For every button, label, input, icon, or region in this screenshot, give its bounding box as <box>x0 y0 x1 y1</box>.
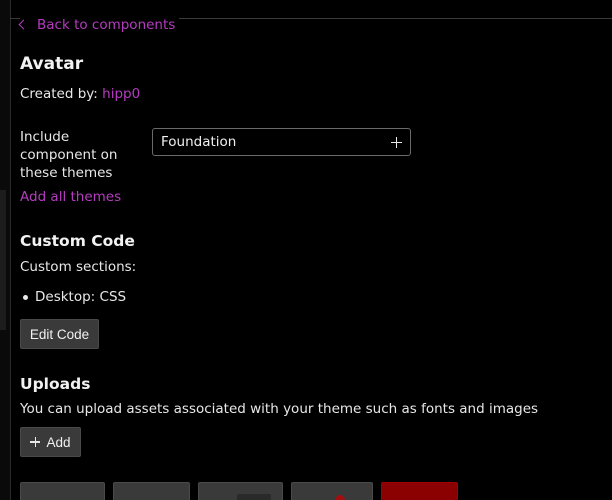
theme-selector[interactable]: Foundation <box>152 128 411 156</box>
edit-code-button[interactable]: Edit Code <box>20 319 99 349</box>
footer-icon-button[interactable] <box>237 494 271 500</box>
uploads-description: You can upload assets associated with yo… <box>20 401 539 417</box>
custom-sections-list: Desktop: CSS <box>20 289 126 305</box>
footer-red-icon <box>335 495 345 500</box>
footer-button-4[interactable] <box>291 482 373 500</box>
footer-delete-button[interactable] <box>381 482 458 500</box>
created-by-line: Created by: hipp0 <box>20 86 140 102</box>
selected-theme-value: Foundation <box>161 134 237 150</box>
add-upload-label: Add <box>46 434 71 450</box>
plus-icon[interactable] <box>391 136 402 148</box>
custom-sections-label: Custom sections: <box>20 259 137 275</box>
bullet-icon <box>23 294 28 300</box>
created-by-label: Created by: <box>20 86 98 102</box>
back-link-label: Back to components <box>37 17 176 33</box>
custom-section-label: Desktop: CSS <box>35 289 127 305</box>
left-sidebar-rail <box>0 0 11 500</box>
uploads-heading: Uploads <box>20 375 91 393</box>
plus-icon <box>30 437 41 447</box>
footer-button-2[interactable] <box>113 482 190 500</box>
add-all-themes-link[interactable]: Add all themes <box>20 189 121 205</box>
themes-label: Include component on these themes <box>20 129 118 181</box>
footer-button-1[interactable] <box>20 482 105 500</box>
chevron-left-icon <box>18 19 29 30</box>
sidebar-scroll-handle[interactable] <box>0 190 6 330</box>
add-upload-button[interactable]: Add <box>20 427 81 457</box>
back-to-components-link[interactable]: Back to components <box>18 17 180 33</box>
author-link[interactable]: hipp0 <box>102 86 140 102</box>
component-page: Back to components Avatar Created by: hi… <box>0 0 612 500</box>
custom-code-heading: Custom Code <box>20 232 135 250</box>
list-item: Desktop: CSS <box>20 289 126 305</box>
page-title: Avatar <box>20 54 84 74</box>
